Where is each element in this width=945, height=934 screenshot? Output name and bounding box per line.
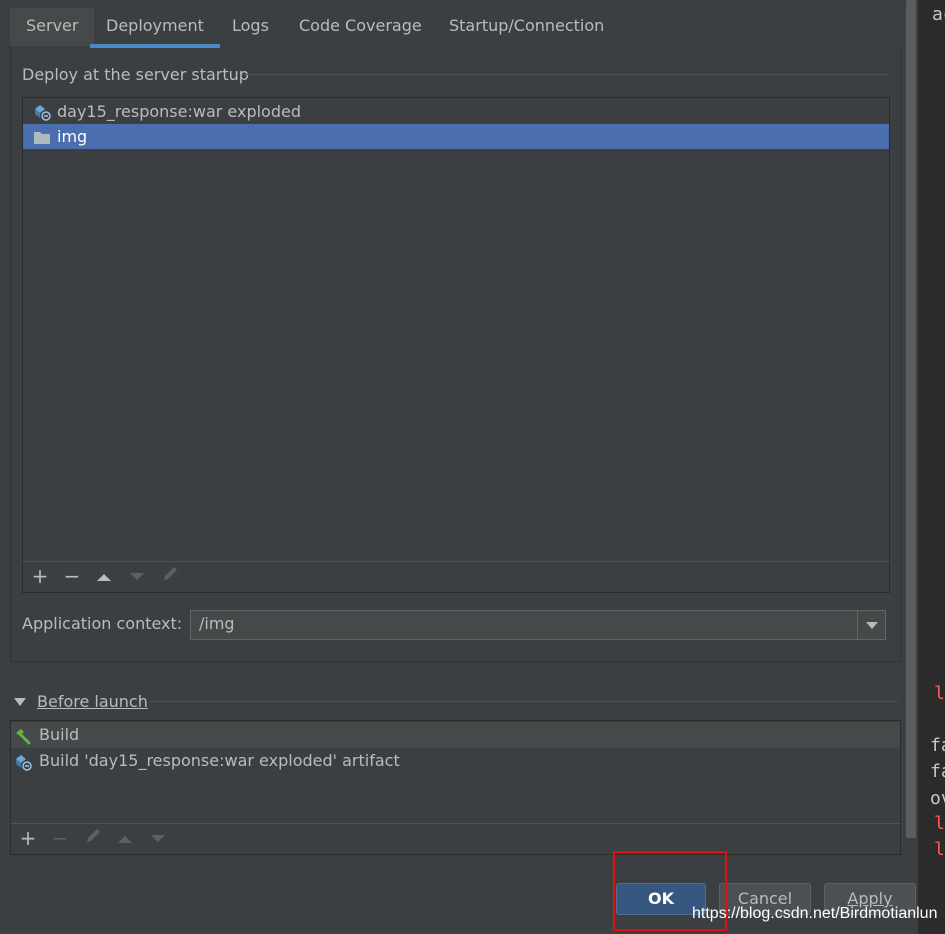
move-up-icon[interactable] [93, 565, 115, 587]
remove-icon[interactable]: − [61, 565, 83, 587]
collapse-triangle-icon[interactable] [14, 698, 26, 706]
chevron-down-icon[interactable] [857, 611, 885, 639]
editor-text: l [934, 839, 945, 860]
deploy-list[interactable]: day15_response:war exploded img [22, 97, 890, 562]
editor-text: l [934, 683, 945, 704]
list-item-label: Build [39, 725, 80, 744]
move-up-icon[interactable] [114, 827, 136, 849]
scrollbar-thumb[interactable] [906, 0, 916, 838]
editor-text: fa [930, 735, 945, 756]
list-item-label: day15_response:war exploded [57, 102, 301, 121]
application-context-value[interactable]: /img [199, 614, 235, 633]
edit-icon[interactable] [82, 827, 104, 849]
edit-icon[interactable] [159, 565, 181, 587]
before-launch-list[interactable]: Build Build 'day15_response:war exploded… [10, 720, 901, 825]
tab-server[interactable]: Server [10, 8, 95, 46]
before-launch-toolbar: + − [10, 823, 901, 855]
watermark: https://blog.csdn.net/Birdmotianlun [692, 905, 938, 922]
add-icon[interactable]: + [17, 827, 39, 849]
remove-icon[interactable]: − [49, 827, 71, 849]
artifact-icon [33, 103, 51, 121]
divider [150, 701, 898, 702]
before-launch-title[interactable]: Before launch [37, 692, 148, 711]
tab-deployment[interactable]: Deployment [90, 8, 220, 48]
list-item[interactable]: Build 'day15_response:war exploded' arti… [11, 748, 900, 774]
application-context-combobox[interactable]: /img [190, 610, 886, 640]
deploy-toolbar: + − [22, 561, 890, 593]
tab-logs[interactable]: Logs [216, 8, 285, 46]
deploy-group-title: Deploy at the server startup [22, 65, 249, 84]
editor-text: ac [932, 4, 945, 25]
tab-startup-connection[interactable]: Startup/Connection [433, 8, 620, 46]
application-context-label: Application context: [22, 614, 183, 633]
list-item-label: img [57, 127, 88, 146]
list-item-selected[interactable]: img [23, 124, 889, 149]
folder-icon [33, 128, 51, 145]
tab-code-coverage[interactable]: Code Coverage [283, 8, 438, 46]
move-down-icon[interactable] [126, 565, 148, 587]
divider [242, 74, 888, 75]
move-down-icon[interactable] [147, 827, 169, 849]
bottom-tool-strip [0, 918, 690, 934]
editor-text: fa [930, 761, 945, 782]
editor-text: l [934, 813, 945, 834]
list-item[interactable]: Build [11, 722, 900, 748]
before-launch-label: Before launch [37, 692, 148, 711]
add-icon[interactable]: + [29, 565, 51, 587]
list-item[interactable]: day15_response:war exploded [23, 99, 889, 124]
hammer-icon [14, 727, 32, 745]
editor-text: ov [930, 788, 945, 809]
tab-bar: Server Deployment Logs Code Coverage Sta… [0, 0, 900, 48]
artifact-icon [14, 753, 32, 771]
list-item-label: Build 'day15_response:war exploded' arti… [39, 751, 400, 770]
